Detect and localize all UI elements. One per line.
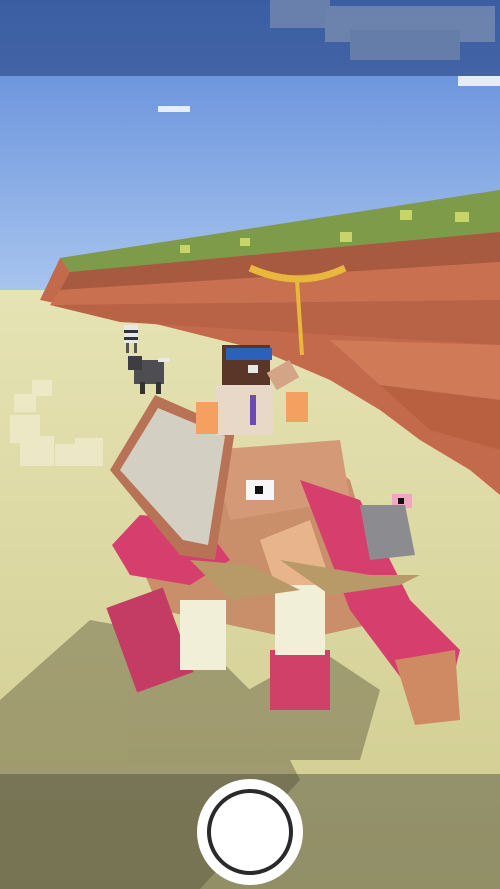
- camera-shutter-button[interactable]: [197, 779, 303, 885]
- top-overlay-bar: [0, 0, 500, 76]
- game-scene: [0, 0, 500, 889]
- camera-shutter-icon: [207, 789, 293, 875]
